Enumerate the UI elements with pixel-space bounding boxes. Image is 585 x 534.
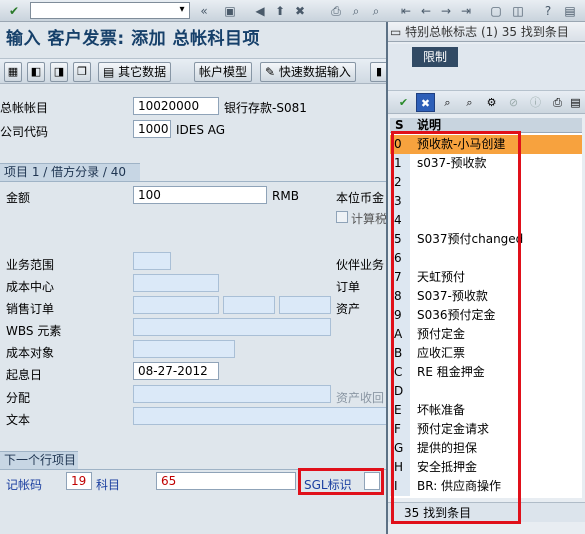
local-currency-label: 本位币金 (336, 191, 385, 205)
item-section-header: 项目 1 / 借方分录 / 40 (0, 163, 140, 181)
company-code-field[interactable]: 1000 (133, 120, 171, 138)
wbs-label: WBS 元素 (6, 324, 62, 338)
wbs-field[interactable] (133, 318, 331, 336)
asset-label: 资产 (336, 302, 361, 316)
company-code-label: 公司代码 (0, 125, 49, 139)
text-label: 文本 (6, 413, 31, 427)
gl-account-desc: 银行存款-S081 (224, 101, 307, 115)
posting-key-label: 记帐码 (6, 478, 43, 492)
print-icon[interactable]: ⎙ (548, 93, 567, 112)
calc-tax-label: 计算税 (351, 212, 388, 226)
amount-field[interactable]: 100 (133, 186, 267, 204)
enter-icon[interactable]: ✔ (6, 3, 22, 19)
page-title: 输入 客户发票: 添加 总帐科目项 (6, 29, 261, 49)
next-item-icon[interactable]: ◨ (50, 62, 68, 82)
edit-icon: ✎ (265, 65, 279, 79)
sgl-label: SGL标识 (304, 478, 352, 492)
order-label: 订单 (336, 280, 361, 294)
sgl-field[interactable] (364, 472, 380, 490)
calc-tax-checkbox[interactable] (336, 211, 348, 223)
print-icon[interactable]: ⎙ (328, 3, 344, 19)
prev-item-icon[interactable]: ◧ (27, 62, 45, 82)
sales-order-field[interactable] (133, 296, 219, 314)
list-icon: ▤ (103, 65, 119, 79)
posting-key-field[interactable]: 19 (66, 472, 92, 490)
find-next-icon[interactable]: ⌕ (460, 93, 479, 112)
new-session-icon[interactable]: ▢ (488, 3, 504, 19)
list-highlight-box (391, 131, 521, 524)
command-field[interactable] (30, 2, 190, 19)
chevron-left-icon[interactable]: « (196, 3, 212, 19)
help-icon[interactable]: ? (540, 3, 556, 19)
find-next-icon[interactable]: ⌕ (368, 3, 384, 19)
window-icon: ▭ (390, 25, 406, 39)
gl-account-label: 总帐帐目 (0, 101, 49, 115)
cancel-icon[interactable]: ✖ (416, 93, 435, 112)
prev-page-icon[interactable]: ← (418, 3, 434, 19)
account-field[interactable]: 65 (156, 472, 296, 490)
assignment-label: 分配 (6, 391, 31, 405)
popup-title: 特别总帐标志 (1) 35 找到条目 (405, 25, 569, 39)
exit-icon[interactable]: ⬆ (272, 3, 288, 19)
copy-icon[interactable]: ❐ (73, 62, 91, 82)
currency-label: RMB (272, 189, 299, 203)
sales-order-schedule-field[interactable] (279, 296, 331, 314)
other-data-label: 其它数据 (118, 65, 167, 79)
tab-restrictions[interactable]: 限制 (412, 47, 458, 67)
back-icon[interactable]: ◀ (252, 3, 268, 19)
other-data-button[interactable]: ▤ 其它数据 (98, 62, 172, 82)
text-field[interactable] (133, 407, 387, 425)
popup-title-bar: ▭ 特别总帐标志 (1) 35 找到条目 (388, 22, 585, 42)
gl-account-field[interactable]: 10020000 (133, 97, 219, 115)
next-page-icon[interactable]: → (438, 3, 454, 19)
value-date-field[interactable]: 08-27-2012 (133, 362, 219, 380)
divider (0, 181, 390, 182)
command-dropdown-icon[interactable]: ▾ (176, 3, 188, 17)
settings-icon[interactable]: ⚙ (482, 93, 501, 112)
cost-object-field[interactable] (133, 340, 235, 358)
partner-area-label: 伙伴业务 (336, 258, 385, 272)
first-page-icon[interactable]: ⇤ (398, 3, 414, 19)
business-area-label: 业务范围 (6, 258, 55, 272)
info-icon: ⓘ (530, 96, 541, 109)
account-label: 科目 (96, 478, 121, 492)
amount-label: 金额 (6, 191, 31, 205)
cancel-icon[interactable]: ✖ (292, 3, 308, 19)
fast-entry-button[interactable]: ✎ 快速数据输入 (260, 62, 356, 82)
cost-object-label: 成本对象 (6, 346, 55, 360)
hold-icon[interactable]: ▦ (4, 62, 22, 82)
search-help-popup: ▭ 特别总帐标志 (1) 35 找到条目 限制 ✔ ✖ ⌕ ⌕ ⚙ ⊘ ⓘ ⎙ … (386, 22, 585, 534)
system-toolbar: ✔ ▾ « ▣ ◀ ⬆ ✖ ⎙ ⌕ ⌕ ⇤ ← → ⇥ ▢ ◫ ? ▤ (0, 0, 585, 22)
layout-menu-icon[interactable]: ▤ (562, 3, 578, 19)
fast-entry-label: 快速数据输入 (278, 65, 351, 79)
application-toolbar: ▦ ◧ ◨ ❐ ▤ 其它数据 帐户模型 ✎ 快速数据输入 ▮ (0, 58, 390, 84)
disabled-icon: ⊘ (508, 96, 519, 109)
confirm-icon[interactable]: ✔ (394, 93, 413, 112)
company-code-desc: IDES AG (176, 123, 226, 137)
sales-order-label: 销售订单 (6, 302, 55, 316)
cost-center-field[interactable] (133, 274, 219, 292)
shortcut-icon[interactable]: ◫ (510, 3, 526, 19)
sales-order-item-field[interactable] (223, 296, 275, 314)
find-icon[interactable]: ⌕ (438, 93, 457, 112)
save-icon[interactable]: ▣ (222, 3, 238, 19)
value-date-label: 起息日 (6, 368, 43, 382)
cost-center-label: 成本中心 (6, 280, 55, 294)
layout-icon[interactable]: ▤ (566, 93, 585, 112)
business-area-field[interactable] (133, 252, 171, 270)
asset-retirement-label: 资产收回 (336, 391, 385, 405)
next-item-header: 下一个行项目 (0, 451, 78, 469)
find-icon[interactable]: ⌕ (348, 3, 364, 19)
last-page-icon[interactable]: ⇥ (458, 3, 474, 19)
account-model-button[interactable]: 帐户模型 (194, 62, 253, 82)
assignment-field[interactable] (133, 385, 331, 403)
popup-toolbar: ✔ ✖ ⌕ ⌕ ⚙ ⊘ ⓘ ⎙ ▤ (388, 90, 585, 114)
